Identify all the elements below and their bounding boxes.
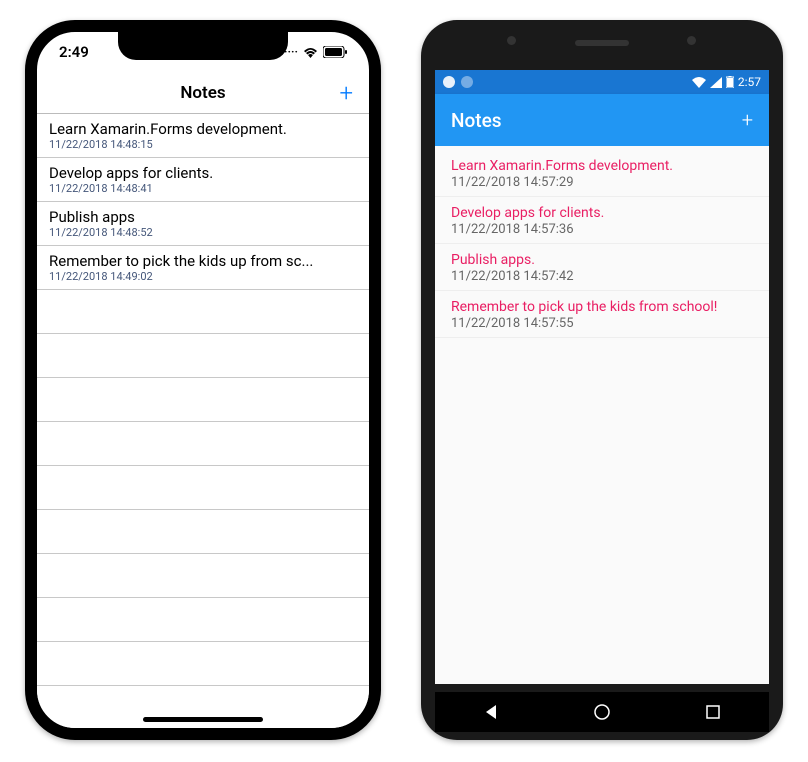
- note-title: Remember to pick up the kids from school…: [451, 299, 753, 315]
- ios-navbar: Notes +: [37, 72, 369, 114]
- android-time: 2:57: [738, 75, 761, 89]
- android-device: 2:57 Notes + Learn Xamarin.Forms develop…: [421, 20, 783, 740]
- recent-icon[interactable]: [704, 703, 722, 721]
- note-date: 11/22/2018 14:48:52: [49, 226, 357, 239]
- list-item[interactable]: Develop apps for clients. 11/22/2018 14:…: [37, 158, 369, 202]
- signal-icon: [710, 77, 722, 88]
- battery-icon: [323, 46, 347, 58]
- add-button[interactable]: +: [339, 81, 353, 105]
- android-appbar: Notes +: [435, 94, 769, 146]
- add-button[interactable]: +: [742, 108, 753, 132]
- iphone-device: 2:49 ···· Notes + Learn Xamarin.Forms de…: [25, 20, 381, 740]
- note-title: Learn Xamarin.Forms development.: [451, 158, 753, 174]
- list-item[interactable]: Publish apps. 11/22/2018 14:57:42: [435, 244, 769, 291]
- list-item: [37, 378, 369, 422]
- note-date: 11/22/2018 14:48:41: [49, 182, 357, 195]
- android-screen: 2:57 Notes + Learn Xamarin.Forms develop…: [435, 70, 769, 684]
- list-item[interactable]: Develop apps for clients. 11/22/2018 14:…: [435, 197, 769, 244]
- wifi-icon: [692, 77, 706, 88]
- list-item[interactable]: Remember to pick up the kids from school…: [435, 291, 769, 338]
- note-title: Develop apps for clients.: [451, 205, 753, 221]
- android-notes-list[interactable]: Learn Xamarin.Forms development. 11/22/2…: [435, 146, 769, 684]
- note-title: Publish apps.: [451, 252, 753, 268]
- back-icon[interactable]: [482, 703, 500, 721]
- notification-icon: [461, 76, 473, 88]
- note-title: Remember to pick the kids up from sc...: [49, 252, 357, 270]
- page-title: Notes: [451, 109, 502, 132]
- list-item: [37, 466, 369, 510]
- note-date: 11/22/2018 14:57:29: [451, 175, 753, 190]
- page-title: Notes: [180, 83, 225, 103]
- list-item: [37, 642, 369, 686]
- list-item: [37, 686, 369, 730]
- iphone-notch: [118, 32, 288, 60]
- ios-time: 2:49: [59, 43, 89, 61]
- note-date: 11/22/2018 14:48:15: [49, 138, 357, 151]
- android-camera: [687, 36, 696, 45]
- list-item: [37, 290, 369, 334]
- list-item: [37, 554, 369, 598]
- ios-status-icons: ····: [284, 45, 347, 59]
- note-date: 11/22/2018 14:57:55: [451, 316, 753, 331]
- list-item: [37, 510, 369, 554]
- list-item: [37, 598, 369, 642]
- note-title: Learn Xamarin.Forms development.: [49, 120, 357, 138]
- list-item: [37, 334, 369, 378]
- android-statusbar: 2:57: [435, 70, 769, 94]
- notification-icon: [443, 76, 455, 88]
- android-navbar: [435, 692, 769, 732]
- note-date: 11/22/2018 14:49:02: [49, 270, 357, 283]
- list-item[interactable]: Learn Xamarin.Forms development. 11/22/2…: [435, 150, 769, 197]
- battery-icon: [726, 76, 734, 88]
- wifi-icon: [303, 47, 318, 58]
- list-item[interactable]: Learn Xamarin.Forms development. 11/22/2…: [37, 114, 369, 158]
- android-speaker: [575, 40, 629, 46]
- note-date: 11/22/2018 14:57:36: [451, 222, 753, 237]
- list-item: [37, 422, 369, 466]
- home-indicator[interactable]: [143, 717, 263, 722]
- home-icon[interactable]: [593, 703, 611, 721]
- list-item[interactable]: Remember to pick the kids up from sc... …: [37, 246, 369, 290]
- list-item[interactable]: Publish apps 11/22/2018 14:48:52: [37, 202, 369, 246]
- ios-notes-list[interactable]: Learn Xamarin.Forms development. 11/22/2…: [37, 114, 369, 730]
- android-camera: [507, 36, 516, 45]
- note-date: 11/22/2018 14:57:42: [451, 269, 753, 284]
- note-title: Publish apps: [49, 208, 357, 226]
- note-title: Develop apps for clients.: [49, 164, 357, 182]
